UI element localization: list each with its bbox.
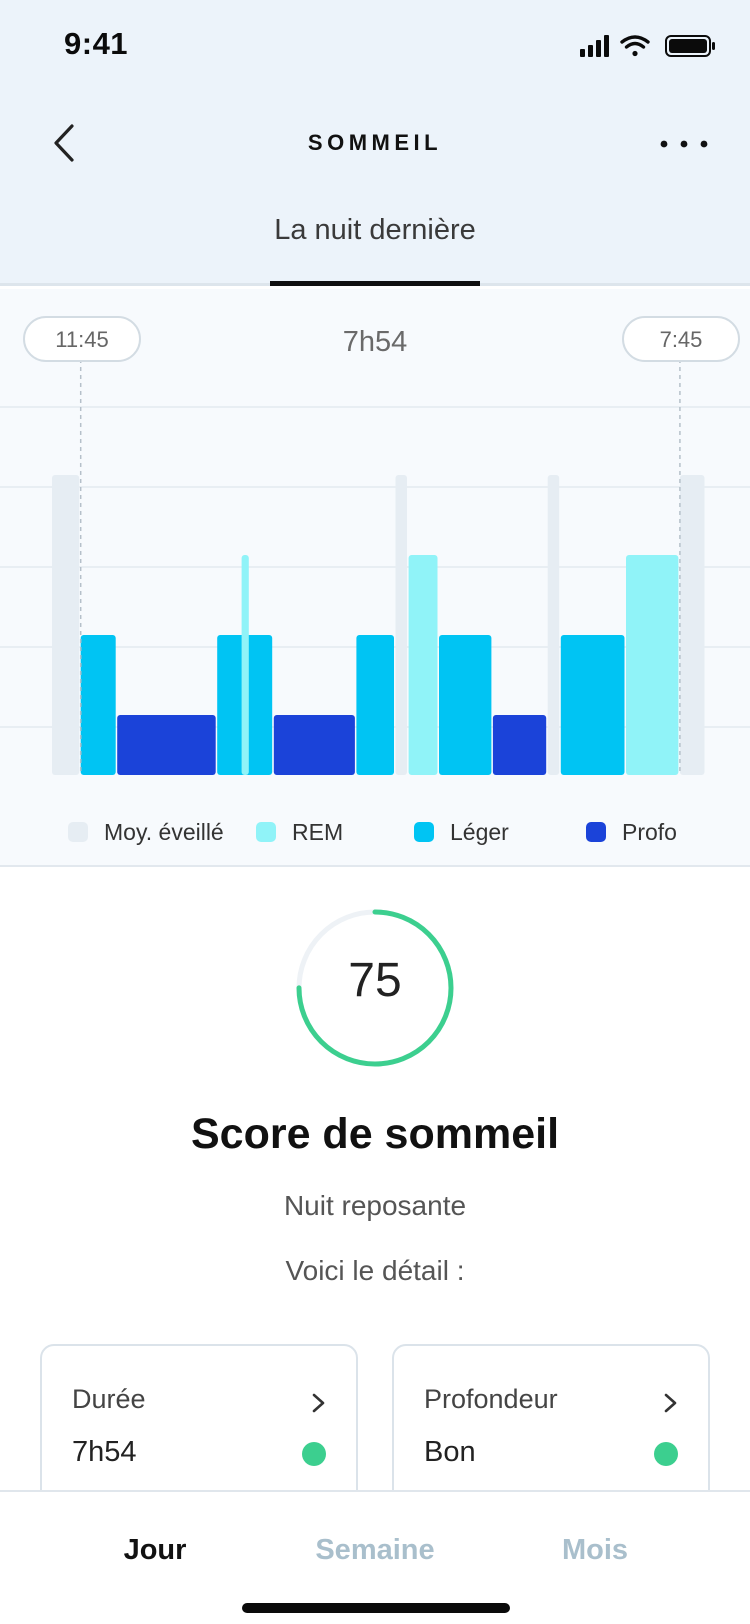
sleep-bar-rem bbox=[626, 555, 679, 775]
tab-last-night[interactable]: La nuit dernière bbox=[200, 214, 550, 247]
sleep-bar-deep bbox=[492, 715, 547, 775]
sleep-bar-awake bbox=[395, 475, 407, 775]
sleep-score-subtitle: Nuit reposante bbox=[283, 1190, 467, 1221]
tab-month[interactable]: Mois bbox=[495, 1534, 695, 1567]
status-bar: 9:41 bbox=[0, 0, 750, 92]
sleep-bar-light bbox=[356, 635, 394, 775]
sleep-bar-deep bbox=[273, 715, 355, 775]
tab-week[interactable]: Semaine bbox=[275, 1534, 475, 1567]
card-duration[interactable]: Durée 7h54 bbox=[40, 1344, 358, 1514]
status-dot-icon bbox=[654, 1442, 678, 1466]
card-duration-value: 7h54 bbox=[72, 1436, 137, 1468]
sleep-stages-chart: 11:45 7:45 7h54 bbox=[0, 316, 750, 775]
legend-label-awake: Moy. éveillé bbox=[104, 818, 224, 845]
bedtime-label: 11:45 bbox=[55, 327, 108, 352]
legend-item-awake: Moy. éveillé bbox=[68, 812, 224, 852]
sleep-bar-light bbox=[560, 635, 625, 775]
tab-active-indicator bbox=[270, 281, 480, 286]
legend-swatch-deep bbox=[586, 822, 606, 842]
sleep-duration-label: 7h54 bbox=[343, 326, 408, 358]
card-depth[interactable]: Profondeur Bon bbox=[392, 1344, 710, 1514]
legend-item-rem: REM bbox=[256, 812, 343, 852]
home-indicator bbox=[242, 1603, 510, 1613]
card-duration-label: Durée bbox=[72, 1384, 146, 1414]
sleep-score-value: 75 bbox=[348, 954, 402, 1007]
cellular-signal-icon bbox=[580, 35, 609, 57]
sleep-score-detail: Voici le détail : bbox=[285, 1255, 465, 1286]
chevron-right-icon bbox=[312, 1393, 325, 1413]
more-options-icon[interactable] bbox=[658, 132, 710, 156]
card-depth-label: Profondeur bbox=[424, 1384, 558, 1414]
legend-item-light: Léger bbox=[414, 812, 509, 852]
bottom-tab-bar: Jour Semaine Mois bbox=[0, 1490, 750, 1624]
tab-day[interactable]: Jour bbox=[55, 1534, 255, 1567]
waketime-label: 7:45 bbox=[660, 327, 703, 352]
status-dot-icon bbox=[302, 1442, 326, 1466]
status-icons bbox=[580, 35, 715, 57]
sleep-chart: 11:45 7:45 7h54 Moy. éveillé REM Léger Pro… bbox=[0, 289, 750, 867]
status-time: 9:41 bbox=[64, 26, 129, 61]
legend-swatch-light bbox=[414, 822, 434, 842]
legend-swatch-rem bbox=[256, 822, 276, 842]
sleep-bar-awake bbox=[547, 475, 560, 775]
sleep-bar-awake bbox=[679, 475, 705, 775]
chevron-right-icon bbox=[664, 1393, 677, 1413]
sleep-bar-rem bbox=[408, 555, 438, 775]
sleep-bar-rem bbox=[241, 555, 249, 775]
sleep-score-title: Score de sommeil bbox=[190, 1110, 560, 1158]
chart-legend: Moy. éveillé REM Léger Profo bbox=[0, 812, 750, 852]
legend-swatch-awake bbox=[68, 822, 88, 842]
legend-label-light: Léger bbox=[450, 818, 509, 845]
legend-label-deep: Profo bbox=[622, 818, 677, 845]
header-area: 9:41 SOMMEIL La nuit dernière bbox=[0, 0, 750, 286]
sleep-bar-deep bbox=[117, 715, 216, 775]
sleep-bar-light bbox=[80, 635, 116, 775]
sleep-bar-awake bbox=[52, 475, 80, 775]
legend-label-rem: REM bbox=[292, 818, 344, 845]
page-title: SOMMEIL bbox=[307, 130, 443, 155]
card-depth-value: Bon bbox=[424, 1436, 476, 1468]
sleep-bar-light bbox=[439, 635, 492, 775]
wifi-icon bbox=[620, 35, 650, 57]
legend-item-deep: Profo bbox=[586, 812, 677, 852]
battery-icon bbox=[665, 35, 715, 57]
